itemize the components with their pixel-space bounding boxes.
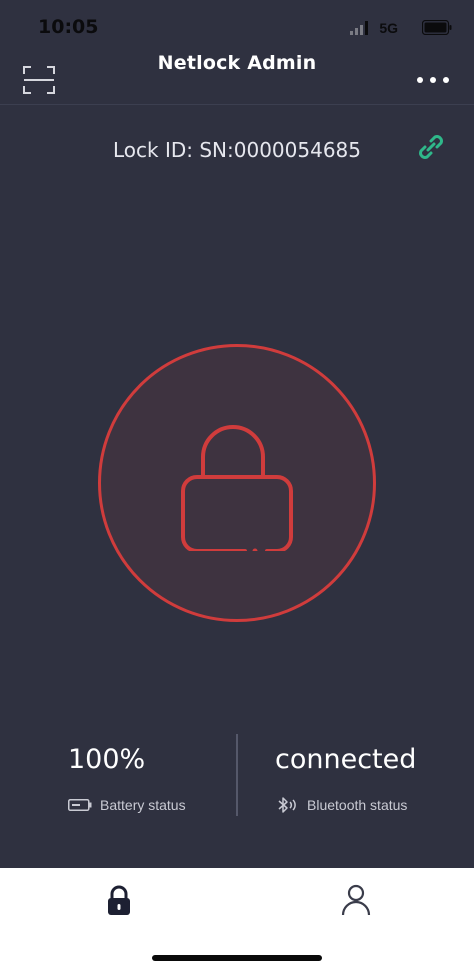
bluetooth-label-row: Bluetooth status bbox=[277, 796, 407, 814]
tab-bar bbox=[0, 868, 474, 970]
bluetooth-label: Bluetooth status bbox=[307, 797, 408, 813]
network-label: 5G bbox=[379, 20, 398, 36]
lock-id-row: Lock ID: SN:0000054685 bbox=[0, 135, 474, 168]
person-icon[interactable] bbox=[338, 882, 374, 918]
lock-tab-icon[interactable] bbox=[102, 884, 136, 918]
lock-id-text: Lock ID: SN:0000054685 bbox=[113, 138, 361, 162]
status-indicators: 5G bbox=[332, 19, 452, 37]
padlock-icon bbox=[181, 425, 293, 551]
header-divider bbox=[0, 104, 474, 105]
header: Netlock Admin bbox=[0, 44, 474, 104]
battery-value: 100% bbox=[68, 744, 146, 775]
battery-status: 100% Battery status bbox=[0, 730, 237, 820]
device-status-panel: 100% Battery status connected Bluetooth … bbox=[0, 730, 474, 820]
lock-toggle-button[interactable] bbox=[98, 344, 376, 622]
status-bar: 10:05 5G bbox=[0, 0, 474, 50]
app-screen: 10:05 5G Netlock Admin Lock ID: SN:00000… bbox=[0, 0, 474, 868]
battery-level-icon bbox=[422, 20, 452, 35]
bluetooth-value: connected bbox=[275, 744, 417, 775]
more-dots-icon[interactable] bbox=[416, 74, 450, 86]
bluetooth-status: connected Bluetooth status bbox=[237, 730, 474, 820]
link-icon[interactable] bbox=[414, 130, 448, 164]
status-time: 10:05 bbox=[38, 16, 99, 38]
battery-label-row: Battery status bbox=[68, 796, 186, 814]
page-title: Netlock Admin bbox=[157, 52, 317, 74]
battery-icon bbox=[68, 799, 92, 811]
battery-label: Battery status bbox=[100, 797, 186, 813]
bluetooth-icon bbox=[278, 797, 296, 813]
signal-icon bbox=[350, 21, 368, 35]
home-indicator[interactable] bbox=[152, 955, 322, 961]
